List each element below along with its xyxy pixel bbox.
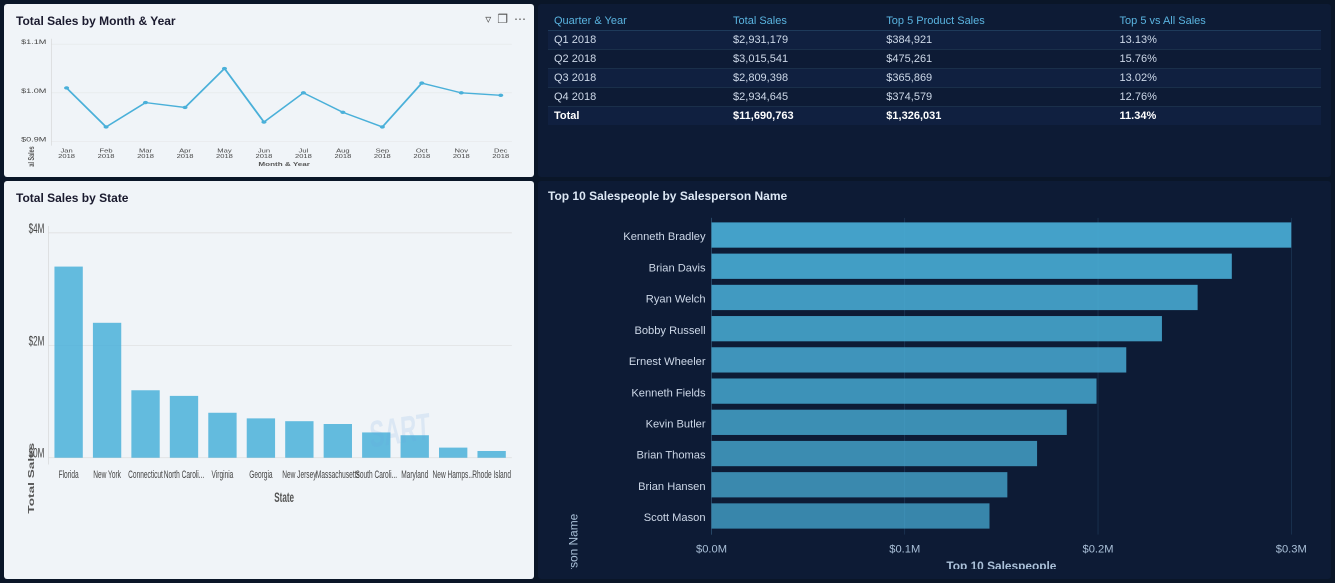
col-total-sales: Total Sales (727, 12, 880, 31)
table-cell-r2-c3: 13.02% (1114, 69, 1321, 88)
table-cell-r1-c0: Q2 2018 (548, 50, 727, 69)
svg-text:Georgia: Georgia (249, 469, 273, 481)
svg-text:Connecticut: Connecticut (128, 469, 163, 481)
svg-text:$4M: $4M (29, 222, 45, 237)
col-top5-product: Top 5 Product Sales (880, 12, 1113, 31)
table-cell-r0-c1: $2,931,179 (727, 31, 880, 50)
table-cell-r4-c0: Total (548, 107, 727, 126)
svg-text:New York: New York (93, 469, 121, 481)
svg-text:Kevin Butler: Kevin Butler (646, 419, 706, 431)
svg-text:2018: 2018 (98, 154, 115, 159)
line-chart-title: Total Sales by Month & Year (16, 14, 522, 28)
svg-text:2018: 2018 (413, 154, 430, 159)
table-panel: Quarter & Year Total Sales Top 5 Product… (538, 4, 1331, 177)
svg-text:2018: 2018 (256, 154, 273, 159)
table-cell-r2-c0: Q3 2018 (548, 69, 727, 88)
table-cell-r3-c1: $2,934,645 (727, 88, 880, 107)
svg-text:Brian Hansen: Brian Hansen (638, 481, 705, 493)
svg-text:2018: 2018 (334, 154, 351, 159)
svg-text:Brian Davis: Brian Davis (649, 263, 706, 275)
table-row-total: Total$11,690,763$1,326,03111.34% (548, 107, 1321, 126)
top10-title: Top 10 Salespeople by Salesperson Name (548, 189, 1321, 203)
svg-text:$0.0M: $0.0M (696, 544, 727, 556)
svg-text:2018: 2018 (295, 154, 312, 159)
bar-chart-svg: $4M $2M $0M (16, 209, 522, 567)
svg-text:Bobby Russell: Bobby Russell (634, 325, 705, 337)
svg-text:Massachusetts: Massachusetts (316, 469, 360, 481)
table-cell-r4-c3: 11.34% (1114, 107, 1321, 126)
col-top5-vs: Top 5 vs All Sales (1114, 12, 1321, 31)
svg-text:State: State (274, 491, 294, 506)
table-cell-r0-c0: Q1 2018 (548, 31, 727, 50)
svg-text:Top 10 Salespeople: Top 10 Salespeople (946, 559, 1056, 569)
table-cell-r0-c2: $384,921 (880, 31, 1113, 50)
line-chart-container: $1.1M $1.0M $0.9M (16, 32, 522, 167)
col-quarter: Quarter & Year (548, 12, 727, 31)
svg-text:Rhode Island: Rhode Island (472, 469, 511, 481)
svg-text:Month & Year: Month & Year (258, 162, 310, 167)
svg-text:New Jersey: New Jersey (282, 469, 317, 481)
bar-chart-container: $4M $2M $0M (16, 209, 522, 567)
table-row-1: Q2 2018$3,015,541$475,26115.76% (548, 50, 1321, 69)
svg-text:2018: 2018 (58, 154, 75, 159)
table-cell-r1-c3: 15.76% (1114, 50, 1321, 69)
svg-text:Ryan Welch: Ryan Welch (646, 294, 706, 306)
svg-text:Total Sales: Total Sales (28, 146, 36, 167)
svg-text:Maryland: Maryland (401, 469, 428, 481)
table-cell-r4-c2: $1,326,031 (880, 107, 1113, 126)
table-row-3: Q4 2018$2,934,645$374,57912.76% (548, 88, 1321, 107)
svg-text:2018: 2018 (453, 154, 470, 159)
bar-chart-title: Total Sales by State (16, 191, 522, 205)
table-cell-r3-c0: Q4 2018 (548, 88, 727, 107)
svg-text:Ernest Wheeler: Ernest Wheeler (629, 356, 706, 368)
svg-text:$2M: $2M (29, 335, 45, 350)
line-chart-svg: $1.1M $1.0M $0.9M (16, 32, 522, 167)
table-cell-r1-c1: $3,015,541 (727, 50, 880, 69)
svg-text:$0.2M: $0.2M (1083, 544, 1114, 556)
expand-icon[interactable]: ❐ (497, 12, 508, 26)
svg-text:New Hamps...: New Hamps... (433, 469, 474, 481)
table-row-2: Q3 2018$2,809,398$365,86913.02% (548, 69, 1321, 88)
table-row-0: Q1 2018$2,931,179$384,92113.13% (548, 31, 1321, 50)
top10-chart-svg: Salesperson Name (548, 209, 1321, 569)
svg-text:$0.1M: $0.1M (889, 544, 920, 556)
svg-text:Kenneth Bradley: Kenneth Bradley (623, 231, 706, 243)
table-cell-r3-c3: 12.76% (1114, 88, 1321, 107)
filter-icon[interactable]: ▿ (485, 12, 491, 26)
svg-text:2018: 2018 (374, 154, 391, 159)
sales-table: Quarter & Year Total Sales Top 5 Product… (548, 12, 1321, 125)
dashboard: Total Sales by Month & Year ▿ ❐ ⋯ $1.1M … (0, 0, 1335, 583)
table-cell-r3-c2: $374,579 (880, 88, 1113, 107)
svg-text:2018: 2018 (137, 154, 154, 159)
svg-text:$0.9M: $0.9M (21, 136, 46, 143)
more-icon[interactable]: ⋯ (514, 12, 526, 26)
svg-text:$0.3M: $0.3M (1276, 544, 1307, 556)
svg-text:2018: 2018 (216, 154, 233, 159)
bar-chart-panel: Total Sales by State $4M $2M $0M (4, 181, 534, 579)
svg-text:South Caroli...: South Caroli... (355, 469, 397, 481)
svg-text:$1.0M: $1.0M (21, 87, 46, 94)
svg-text:Scott Mason: Scott Mason (644, 512, 706, 524)
svg-text:Kenneth Fields: Kenneth Fields (631, 388, 706, 400)
table-cell-r4-c1: $11,690,763 (727, 107, 880, 126)
svg-text:Total Sales: Total Sales (28, 443, 37, 514)
line-chart-panel: Total Sales by Month & Year ▿ ❐ ⋯ $1.1M … (4, 4, 534, 177)
table-cell-r2-c2: $365,869 (880, 69, 1113, 88)
panel-icons[interactable]: ▿ ❐ ⋯ (485, 12, 526, 26)
svg-text:Salesperson Name: Salesperson Name (567, 514, 581, 569)
svg-text:Brian Thomas: Brian Thomas (637, 450, 706, 462)
table-cell-r1-c2: $475,261 (880, 50, 1113, 69)
table-cell-r2-c1: $2,809,398 (727, 69, 880, 88)
svg-text:2018: 2018 (492, 154, 509, 159)
svg-text:North Caroli...: North Caroli... (164, 469, 205, 481)
table-cell-r0-c3: 13.13% (1114, 31, 1321, 50)
svg-text:Florida: Florida (59, 469, 80, 481)
svg-text:SART: SART (368, 405, 431, 456)
svg-text:Virginia: Virginia (212, 469, 234, 481)
svg-text:$1.1M: $1.1M (21, 39, 46, 46)
top10-panel: Top 10 Salespeople by Salesperson Name S… (538, 181, 1331, 579)
svg-text:2018: 2018 (177, 154, 194, 159)
